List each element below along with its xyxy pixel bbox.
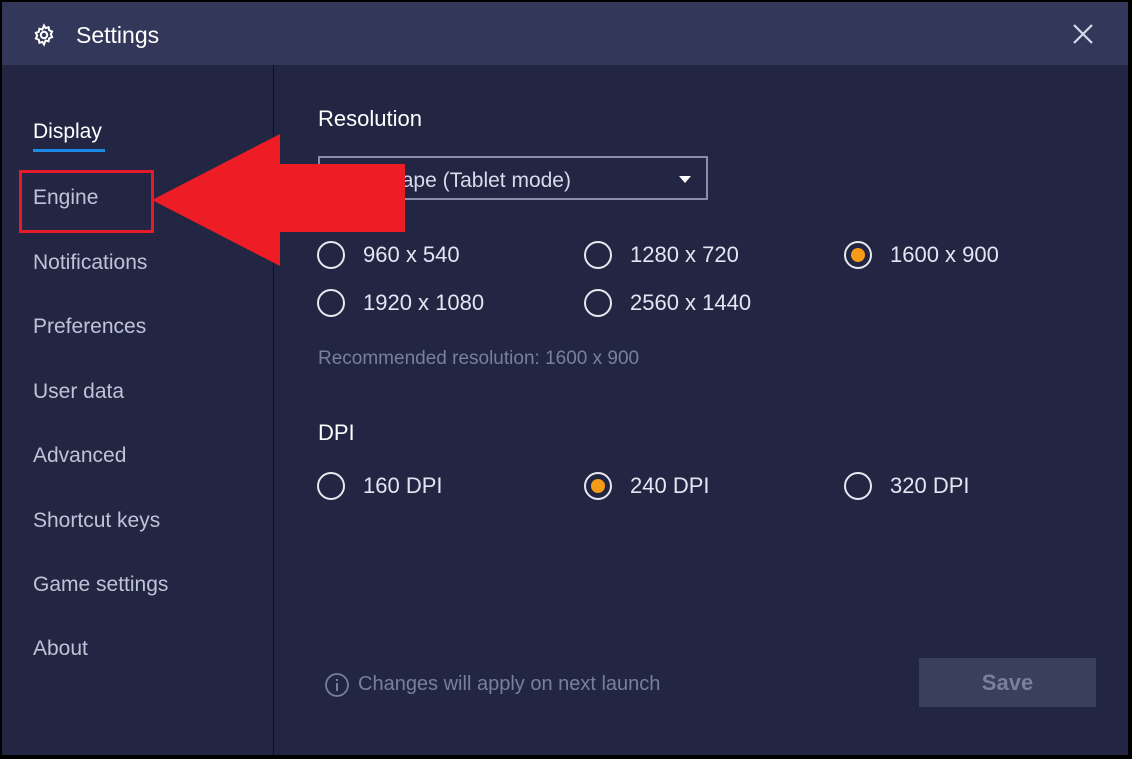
radio-circle	[844, 241, 872, 269]
radio-circle	[584, 289, 612, 317]
sidebar-item-shortcut-keys[interactable]: Shortcut keys	[33, 509, 160, 533]
radio-circle	[844, 472, 872, 500]
radio-label: 2560 x 1440	[630, 290, 752, 315]
title-bar: Settings	[2, 2, 1128, 65]
active-tab-underline	[33, 149, 105, 152]
sidebar-item-preferences[interactable]: Preferences	[33, 315, 146, 339]
sidebar-item-notifications[interactable]: Notifications	[33, 251, 147, 275]
radio-label: 1920 x 1080	[363, 290, 485, 315]
radio-circle	[317, 472, 345, 500]
radio-circle	[584, 472, 612, 500]
radio-label: 160 DPI	[363, 473, 443, 498]
radio-label: 1600 x 900	[890, 242, 999, 267]
radio-label: 240 DPI	[630, 473, 710, 498]
radio-circle	[584, 241, 612, 269]
sidebar-item-advanced[interactable]: Advanced	[33, 444, 126, 468]
sidebar-item-game-settings[interactable]: Game settings	[33, 573, 168, 597]
apply-notice: Changes will apply on next launch	[358, 673, 661, 695]
caret-down-icon	[679, 176, 691, 183]
resolution-title: Resolution	[318, 106, 422, 131]
recommended-resolution: Recommended resolution: 1600 x 900	[318, 348, 640, 369]
gear-icon	[34, 23, 54, 47]
sidebar-item-about[interactable]: About	[33, 637, 88, 661]
dpi-title: DPI	[318, 420, 355, 445]
sidebar-item-user-data[interactable]: User data	[33, 380, 124, 404]
save-button[interactable]: Save	[919, 658, 1096, 707]
radio-label: 320 DPI	[890, 473, 970, 498]
red-arrow-icon	[152, 134, 405, 266]
radio-circle	[317, 289, 345, 317]
close-icon[interactable]	[1070, 21, 1096, 47]
window-title: Settings	[76, 22, 160, 48]
radio-label: 1280 x 720	[630, 242, 739, 267]
engine-highlight-box	[19, 170, 154, 233]
info-icon	[325, 673, 349, 697]
sidebar-item-display[interactable]: Display	[33, 120, 102, 144]
settings-window: Settings Display Engine Notifications Pr…	[2, 2, 1128, 755]
